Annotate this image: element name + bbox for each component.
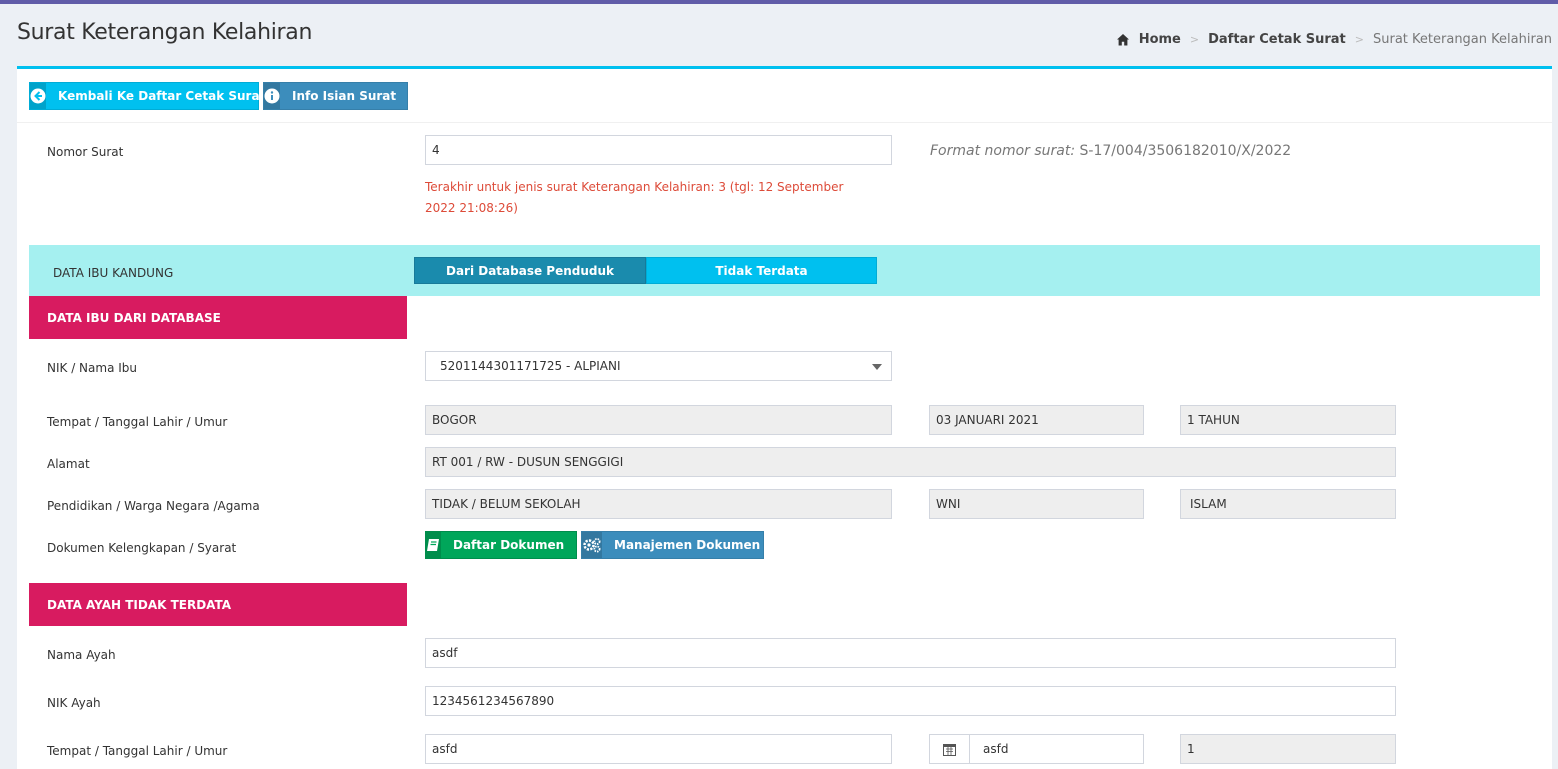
nik-ibu-selected: 5201144301171725 - ALPIANI [440, 359, 621, 373]
pendidikan-ibu-field: TIDAK / BELUM SEKOLAH [425, 489, 892, 519]
book-icon [426, 532, 441, 558]
tanggal-lahir-ayah-input[interactable]: asfd [969, 734, 1144, 764]
gears-icon [582, 532, 602, 558]
breadcrumb-current: Surat Keterangan Kelahiran [1373, 32, 1552, 47]
daftar-dokumen-button[interactable]: Daftar Dokumen [425, 531, 577, 559]
nik-ayah-input[interactable]: 1234561234567890 [425, 686, 1396, 716]
info-circle-icon [264, 83, 280, 109]
breadcrumb: Home > Daftar Cetak Surat > Surat Ketera… [1116, 32, 1552, 47]
info-button-label: Info Isian Surat [292, 89, 397, 103]
alamat-ibu-label: Alamat [47, 457, 90, 471]
section-data-ibu-database: DATA IBU DARI DATABASE [29, 296, 407, 339]
tab-tidak-terdata[interactable]: Tidak Terdata [646, 257, 877, 284]
tempat-lahir-ibu-field: BOGOR [425, 405, 892, 435]
tanggal-lahir-ibu-field: 03 JANUARI 2021 [929, 405, 1144, 435]
home-icon [1116, 33, 1129, 45]
manajemen-dokumen-button[interactable]: Manajemen Dokumen [581, 531, 764, 559]
agama-ibu-field: ISLAM [1180, 489, 1396, 519]
breadcrumb-daftar-cetak-surat[interactable]: Daftar Cetak Surat [1208, 32, 1346, 47]
umur-ibu-field: 1 TAHUN [1180, 405, 1396, 435]
tempat-lahir-ayah-input[interactable]: asfd [425, 734, 892, 764]
divider [17, 122, 1552, 123]
nama-ayah-label: Nama Ayah [47, 648, 116, 662]
nik-ibu-select[interactable]: 5201144301171725 - ALPIANI [425, 351, 892, 381]
dokumen-label: Dokumen Kelengkapan / Syarat [47, 541, 237, 555]
top-accent-bar [0, 0, 1558, 4]
info-isian-surat-button[interactable]: Info Isian Surat [263, 82, 408, 110]
back-button-label: Kembali Ke Daftar Cetak Surat [58, 89, 266, 103]
page-title: Surat Keterangan Kelahiran [17, 20, 313, 45]
arrow-left-circle-icon [30, 83, 46, 109]
data-ibu-band-title: DATA IBU KANDUNG [53, 266, 174, 280]
warga-negara-ibu-field: WNI [929, 489, 1144, 519]
daftar-dokumen-label: Daftar Dokumen [453, 538, 565, 552]
ttl-ibu-label: Tempat / Tanggal Lahir / Umur [47, 415, 228, 429]
breadcrumb-separator: > [1189, 33, 1200, 46]
caret-down-icon [872, 364, 882, 370]
format-label: Format nomor surat: [930, 143, 1076, 159]
ttl-ayah-label: Tempat / Tanggal Lahir / Umur [47, 744, 228, 758]
pendidikan-ibu-label: Pendidikan / Warga Negara /Agama [47, 499, 260, 513]
format-value: S-17/004/3506182010/X/2022 [1079, 143, 1292, 159]
nama-ayah-input[interactable]: asdf [425, 638, 1396, 668]
breadcrumb-separator: > [1354, 33, 1364, 46]
nomor-surat-hint: Terakhir untuk jenis surat Keterangan Ke… [425, 180, 844, 215]
breadcrumb-home[interactable]: Home [1139, 32, 1181, 47]
tab-dari-database[interactable]: Dari Database Penduduk [414, 257, 646, 284]
back-to-list-button[interactable]: Kembali Ke Daftar Cetak Surat [29, 82, 265, 110]
manajemen-dokumen-label: Manajemen Dokumen [614, 538, 761, 552]
alamat-ibu-field: RT 001 / RW - DUSUN SENGGIGI [425, 447, 1396, 477]
umur-ayah-field: 1 [1180, 734, 1396, 764]
format-nomor-surat: Format nomor surat: S-17/004/3506182010/… [930, 143, 1291, 159]
nomor-surat-input[interactable]: 4 [425, 135, 892, 165]
nik-ayah-label: NIK Ayah [47, 696, 101, 710]
calendar-icon[interactable] [929, 734, 970, 764]
nik-ibu-label: NIK / Nama Ibu [47, 361, 138, 375]
nomor-surat-label: Nomor Surat [47, 145, 124, 159]
section-data-ayah-tidak-terdata: DATA AYAH TIDAK TERDATA [29, 583, 407, 626]
